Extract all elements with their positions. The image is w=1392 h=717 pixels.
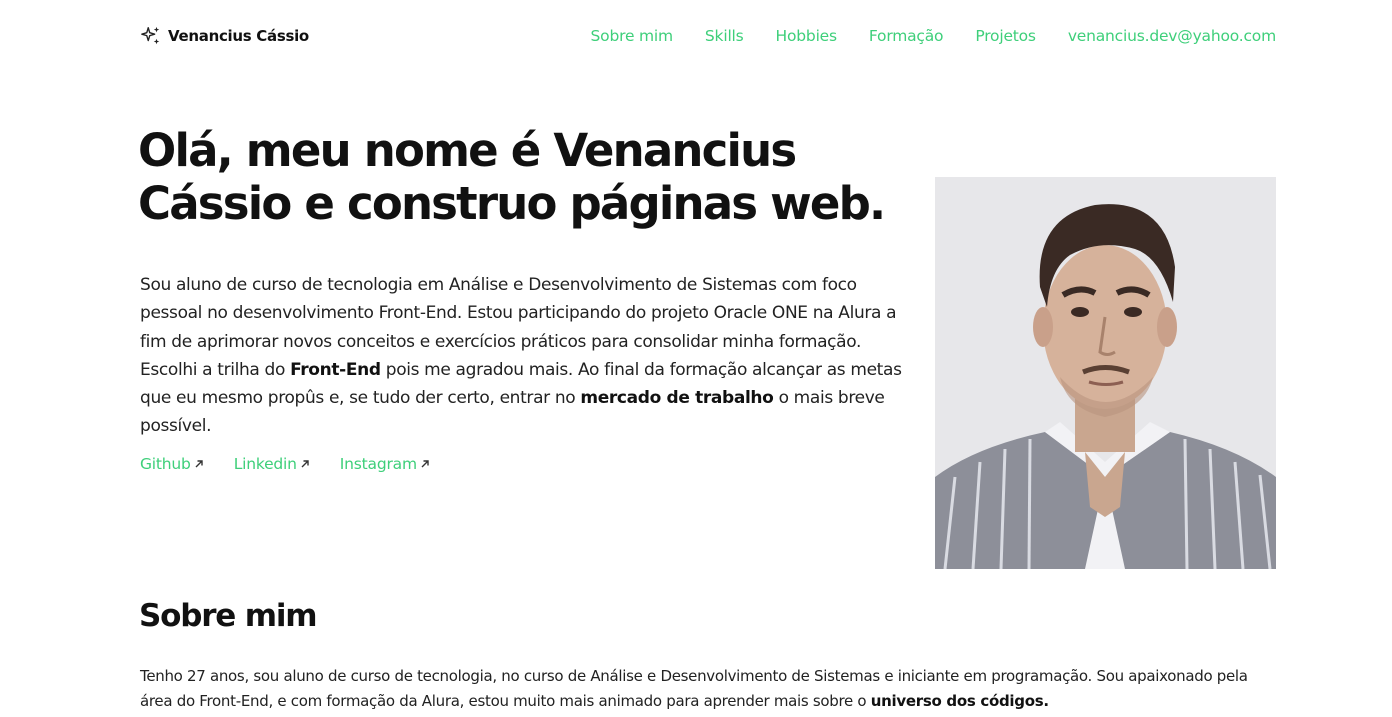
hero-text-bold: mercado de trabalho bbox=[580, 388, 774, 409]
github-link[interactable]: Github bbox=[140, 455, 204, 473]
nav-link-formacao[interactable]: Formação bbox=[869, 27, 944, 45]
instagram-link-label: Instagram bbox=[339, 455, 417, 473]
site-header: Venancius Cássio Sobre mim Skills Hobbie… bbox=[140, 20, 1276, 52]
nav-link-skills[interactable]: Skills bbox=[705, 27, 744, 45]
about-paragraph: Tenho 27 anos, sou aluno de curso de tec… bbox=[140, 664, 1270, 713]
page: Venancius Cássio Sobre mim Skills Hobbie… bbox=[0, 0, 1392, 717]
linkedin-link[interactable]: Linkedin bbox=[234, 455, 310, 473]
main-nav: Sobre mim Skills Hobbies Formação Projet… bbox=[591, 27, 1277, 45]
external-arrow-icon bbox=[421, 460, 429, 468]
nav-link-hobbies[interactable]: Hobbies bbox=[776, 27, 838, 45]
brand[interactable]: Venancius Cássio bbox=[140, 25, 309, 47]
external-arrow-icon bbox=[195, 460, 203, 468]
sparkles-icon bbox=[140, 25, 162, 47]
nav-link-email[interactable]: venancius.dev@yahoo.com bbox=[1068, 27, 1276, 45]
profile-photo bbox=[935, 177, 1276, 569]
about-title: Sobre mim bbox=[139, 598, 318, 634]
about-text-part: Tenho 27 anos, sou aluno de curso de tec… bbox=[140, 667, 1248, 710]
hero-title: Olá, meu nome é Venancius Cássio e const… bbox=[138, 124, 886, 230]
hero-text-bold: Front-End bbox=[290, 359, 381, 380]
github-link-label: Github bbox=[140, 455, 191, 473]
about-text-bold: universo dos códigos. bbox=[870, 691, 1049, 710]
brand-name: Venancius Cássio bbox=[168, 27, 309, 45]
hero-paragraph: Sou aluno de curso de tecnologia em Anál… bbox=[140, 271, 910, 441]
instagram-link[interactable]: Instagram bbox=[340, 455, 430, 473]
nav-link-projetos[interactable]: Projetos bbox=[975, 27, 1036, 45]
linkedin-link-label: Linkedin bbox=[233, 455, 297, 473]
social-links: Github Linkedin Instagram bbox=[140, 455, 430, 473]
nav-link-sobre-mim[interactable]: Sobre mim bbox=[591, 27, 674, 45]
external-arrow-icon bbox=[301, 460, 309, 468]
